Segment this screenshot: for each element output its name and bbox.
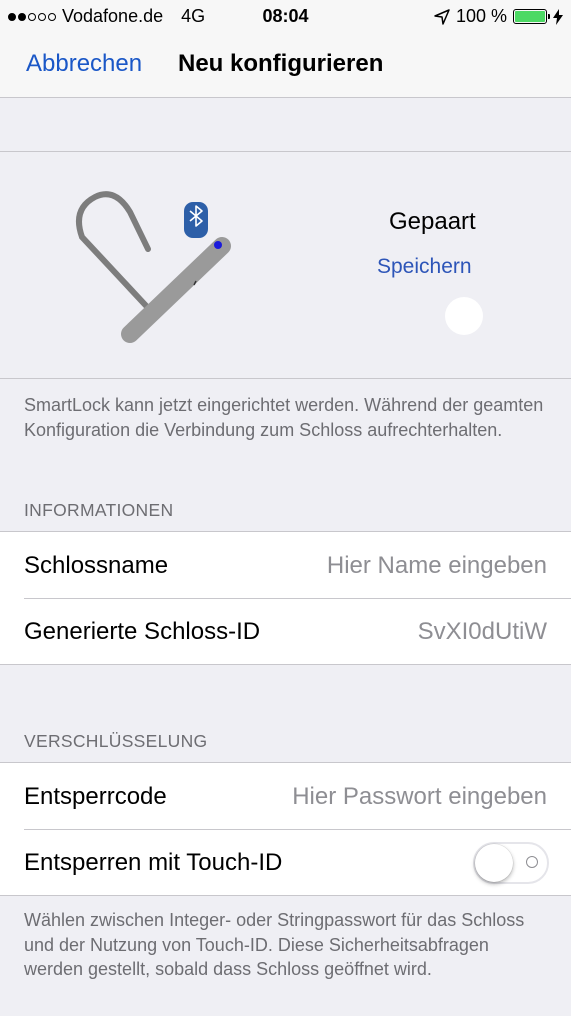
- page-title: Neu konfigurieren: [178, 50, 384, 77]
- bluetooth-icon: [184, 202, 208, 238]
- charging-bolt-icon: [553, 8, 563, 25]
- lock-id-row: Generierte Schloss-ID SvXI0dUtiW: [0, 598, 571, 664]
- encryption-group: Entsperrcode Hier Passwort eingeben Ents…: [0, 762, 571, 896]
- section-header-info: INFORMATIONEN: [24, 500, 174, 520]
- lock-illustration: [76, 191, 231, 343]
- lock-id-value: SvXI0dUtiW: [417, 618, 547, 645]
- password-input[interactable]: Hier Passwort eingeben: [292, 783, 547, 811]
- status-right: 100 %: [434, 6, 563, 27]
- lock-name-label: Schlossname: [24, 552, 169, 579]
- divider: [0, 378, 571, 379]
- touch-id-row: Entsperren mit Touch-ID: [0, 829, 571, 895]
- cancel-button[interactable]: Abbrechen: [26, 50, 142, 78]
- battery-icon: [513, 9, 550, 24]
- location-arrow-icon: [434, 8, 450, 25]
- status-indicator: [445, 297, 483, 335]
- navigation-bar: Abbrechen Neu konfigurieren: [0, 33, 571, 98]
- intro-text: SmartLock kann jetzt eingerichtet werden…: [24, 395, 544, 440]
- save-button[interactable]: Speichern: [377, 255, 472, 279]
- info-group: Schlossname Hier Name eingeben Generiert…: [0, 531, 571, 665]
- encryption-footer-text: Wählen zwischen Integer- oder Stringpass…: [24, 910, 525, 979]
- lock-name-input[interactable]: Hier Name eingeben: [327, 552, 547, 580]
- touch-id-toggle[interactable]: [473, 842, 549, 884]
- lock-id-label: Generierte Schloss-ID: [24, 618, 261, 645]
- toggle-knob: [475, 844, 513, 882]
- pairing-status: Gepaart: [389, 208, 476, 235]
- toggle-off-indicator-icon: [526, 856, 538, 868]
- unlock-code-label: Entsperrcode: [24, 783, 167, 810]
- section-header-encryption: VERSCHLÜSSELUNG: [24, 731, 208, 751]
- touch-id-label: Entsperren mit Touch-ID: [24, 849, 283, 876]
- unlock-code-row[interactable]: Entsperrcode Hier Passwort eingeben: [0, 763, 571, 829]
- status-bar: Vodafone.de 4G 08:04 100 %: [0, 0, 571, 33]
- lock-name-row[interactable]: Schlossname Hier Name eingeben: [0, 532, 571, 598]
- battery-percent: 100 %: [455, 6, 507, 26]
- device-status-panel: Gepaart Speichern: [0, 152, 571, 378]
